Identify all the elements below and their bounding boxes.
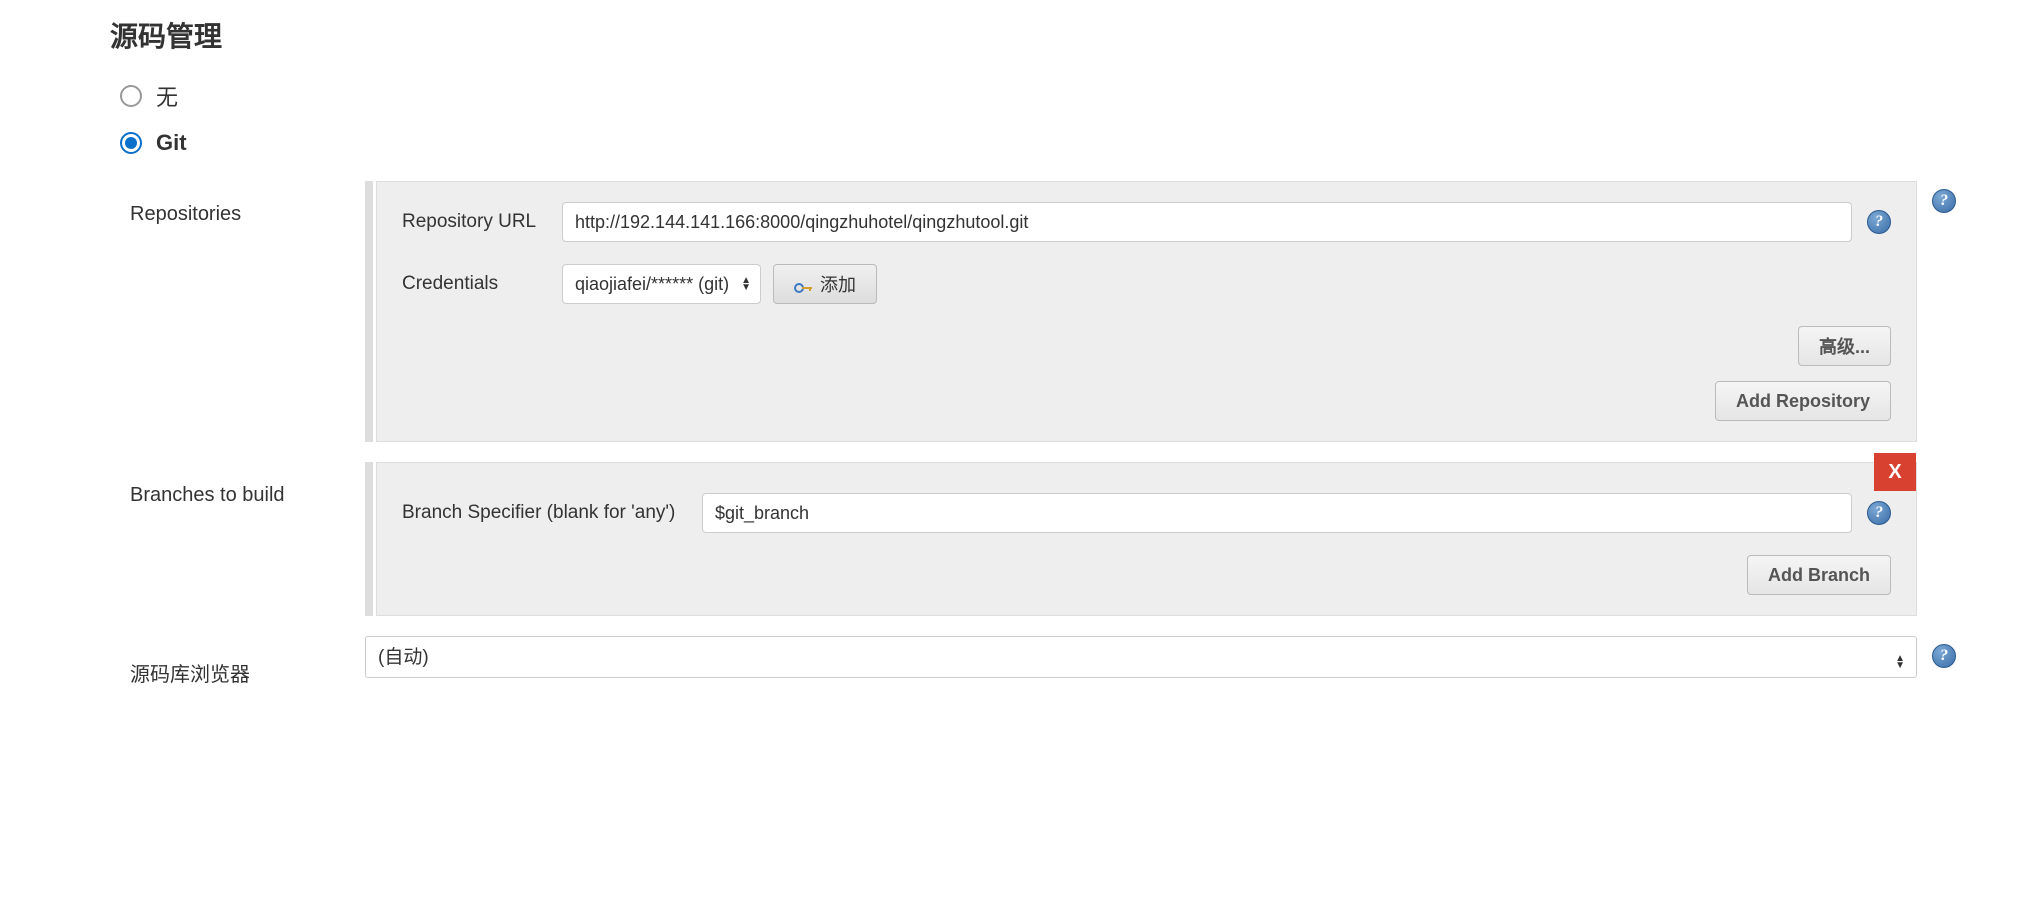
help-icon[interactable]: ? bbox=[1867, 210, 1891, 234]
repo-url-row: Repository URL ? bbox=[402, 202, 1891, 242]
add-repository-button[interactable]: Add Repository bbox=[1715, 381, 1891, 421]
branch-specifier-input[interactable] bbox=[702, 493, 1852, 533]
help-icon[interactable]: ? bbox=[1867, 501, 1891, 525]
repositories-content: Repository URL ? Credentials qiaojiafei/… bbox=[376, 181, 1917, 442]
scm-option-none[interactable]: 无 bbox=[120, 80, 1956, 112]
repo-browser-select[interactable]: (自动) bbox=[365, 636, 1917, 678]
credentials-row: Credentials qiaojiafei/****** (git) ▲▼ bbox=[402, 264, 1891, 304]
scm-radio-group: 无 Git bbox=[120, 80, 1956, 156]
key-icon bbox=[794, 278, 814, 290]
block-divider[interactable] bbox=[365, 462, 373, 616]
block-divider[interactable] bbox=[365, 181, 373, 442]
add-branch-button-row: Add Branch bbox=[402, 555, 1891, 595]
scm-option-git[interactable]: Git bbox=[120, 130, 1956, 156]
add-credentials-label: 添加 bbox=[820, 271, 856, 297]
branch-specifier-label: Branch Specifier (blank for 'any') bbox=[402, 502, 702, 524]
scm-option-none-label: 无 bbox=[156, 80, 178, 112]
radio-icon-selected bbox=[120, 132, 142, 154]
branches-block: Branches to build X Branch Specifier (bl… bbox=[130, 462, 1956, 616]
repo-browser-select-wrapper: (自动) ▲▼ bbox=[365, 636, 1917, 687]
git-config-area: Repositories Repository URL ? Credential… bbox=[130, 181, 1956, 687]
credentials-select-wrapper: qiaojiafei/****** (git) ▲▼ bbox=[562, 264, 761, 304]
credentials-select[interactable]: qiaojiafei/****** (git) bbox=[562, 264, 761, 304]
repo-browser-row: 源码库浏览器 (自动) ▲▼ ? bbox=[130, 636, 1956, 687]
add-branch-button[interactable]: Add Branch bbox=[1747, 555, 1891, 595]
repo-url-input[interactable] bbox=[562, 202, 1852, 242]
delete-branch-button[interactable]: X bbox=[1874, 453, 1916, 491]
repositories-block: Repositories Repository URL ? Credential… bbox=[130, 181, 1956, 442]
help-icon[interactable]: ? bbox=[1932, 644, 1956, 668]
repo-browser-label: 源码库浏览器 bbox=[130, 636, 365, 687]
branches-content: X Branch Specifier (blank for 'any') ? A… bbox=[376, 462, 1917, 616]
add-credentials-button[interactable]: 添加 bbox=[773, 264, 877, 304]
scm-section-title: 源码管理 bbox=[110, 15, 1956, 55]
advanced-button-row: 高级... bbox=[402, 326, 1891, 366]
add-repo-button-row: Add Repository bbox=[402, 381, 1891, 421]
credentials-label: Credentials bbox=[402, 273, 562, 295]
help-icon[interactable]: ? bbox=[1932, 189, 1956, 213]
advanced-button[interactable]: 高级... bbox=[1798, 326, 1891, 366]
branch-specifier-row: Branch Specifier (blank for 'any') ? bbox=[402, 493, 1891, 533]
radio-icon-unselected bbox=[120, 85, 142, 107]
repositories-label: Repositories bbox=[130, 181, 365, 442]
scm-option-git-label: Git bbox=[156, 130, 187, 156]
repo-url-label: Repository URL bbox=[402, 211, 562, 233]
branches-label: Branches to build bbox=[130, 462, 365, 616]
